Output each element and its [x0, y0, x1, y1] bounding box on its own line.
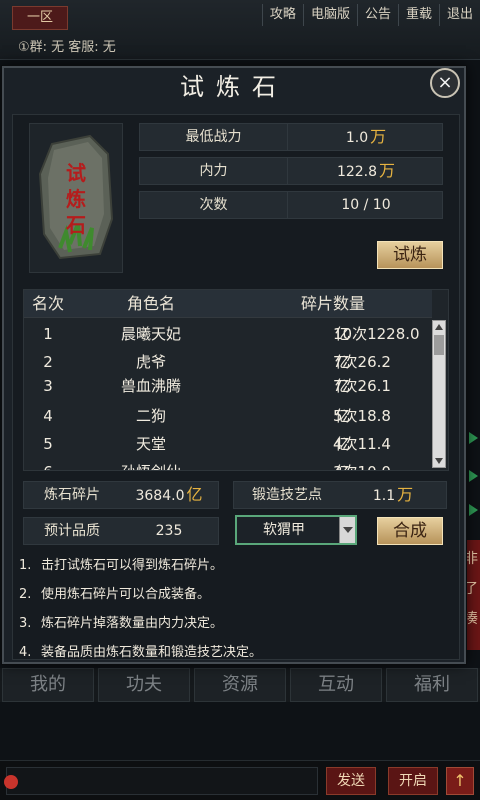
tab-resources[interactable]: 资源	[194, 668, 286, 702]
stone-icon: 试炼石	[38, 134, 114, 260]
quality-value: 235	[155, 523, 183, 539]
equipment-select[interactable]: 软猬甲	[235, 515, 357, 545]
stat-value: 1.0 万	[345, 127, 387, 146]
stat-label: 次数	[140, 192, 288, 218]
arrow-right-icon[interactable]	[469, 504, 478, 516]
fragments-label: 炼石碎片	[44, 487, 100, 503]
stat-inner-power: 内力 122.8 万	[139, 157, 443, 185]
stone-char-1: 试炼石	[65, 161, 86, 237]
dialog-body: 试炼石 最低战力 1.0 万 内力 122.8 万 次数 10 / 10 试炼 名次…	[12, 114, 460, 660]
scroll-thumb[interactable]	[434, 335, 444, 355]
link-reload[interactable]: 重载	[397, 4, 439, 26]
table-rows[interactable]: 1 晨曦天妃 10次1228.0 亿 2 虎爷 7次26.2 亿 3 兽血沸腾 7次…	[24, 320, 432, 470]
link-announcement[interactable]: 公告	[356, 4, 398, 26]
note-item: 4. 装备品质由炼石数量和锻造技艺决定。	[19, 645, 263, 660]
link-exit[interactable]: 退出	[438, 4, 480, 26]
scroll-up-icon[interactable]	[435, 324, 443, 330]
table-row: 5 天堂 4次11.4 亿	[43, 435, 391, 453]
table-row: 4 二狗 5次18.8 亿	[43, 407, 391, 425]
tab-mine[interactable]: 我的	[2, 668, 94, 702]
send-button[interactable]: 发送	[326, 767, 376, 795]
close-icon[interactable]: ×	[430, 68, 460, 98]
link-pc-version[interactable]: 电脑版	[302, 4, 357, 26]
arrow-right-icon[interactable]	[469, 432, 478, 444]
table-row: 1 晨曦天妃 10次1228.0 亿	[43, 325, 420, 343]
dialog-title: 试炼石	[180, 73, 288, 101]
note-item: 2. 使用炼石碎片可以合成装备。	[19, 587, 211, 602]
scroll-up-button[interactable]: ↑	[446, 767, 474, 795]
stat-value: 122.8 万	[336, 161, 396, 180]
tab-kungfu[interactable]: 功夫	[98, 668, 190, 702]
header-fragments: 碎片数量	[300, 294, 365, 313]
chat-bar: 发送 开启 ↑	[0, 760, 480, 800]
top-bar: 一区 攻略 电脑版 公告 重载 退出 ①群: 无 客服: 无	[0, 0, 480, 60]
scroll-down-icon[interactable]	[435, 458, 443, 464]
chevron-down-icon[interactable]	[339, 517, 355, 543]
instructions: 1. 击打试炼石可以得到炼石碎片。 2. 使用炼石碎片可以合成装备。 3. 炼石碎片掉…	[19, 551, 449, 667]
fragments-value: 3684.0 亿	[135, 485, 203, 504]
forging-value: 1.1 万	[372, 485, 414, 504]
compose-button[interactable]: 合成	[377, 517, 443, 545]
bottom-tabs: 我的 功夫 资源 互动 福利	[0, 668, 480, 702]
quality-label: 预计品质	[44, 523, 100, 539]
table-row: 3 兽血沸腾 7次26.1 亿	[43, 377, 391, 395]
table-scrollbar[interactable]	[432, 320, 446, 468]
open-button[interactable]: 开启	[388, 767, 438, 795]
chat-input[interactable]	[4, 767, 318, 795]
note-item: 1. 击打试炼石可以得到炼石碎片。	[19, 558, 224, 573]
link-guide[interactable]: 攻略	[261, 4, 303, 26]
tab-welfare[interactable]: 福利	[386, 668, 478, 702]
header-name: 角色名	[126, 294, 175, 313]
zone-tab[interactable]: 一区	[12, 6, 68, 30]
trial-stone-dialog: 试炼石 × 试炼石 最低战力 1.0 万 内力 122.8 万 次数 10 / 10…	[2, 66, 466, 664]
tab-interact[interactable]: 互动	[290, 668, 382, 702]
note-item: 3. 炼石碎片掉落数量由内力决定。	[19, 616, 224, 631]
stat-label: 内力	[140, 158, 288, 184]
forging-cell: 锻造技艺点 1.1 万	[233, 481, 447, 509]
stone-image: 试炼石	[29, 123, 123, 273]
group-info: ①群: 无 客服: 无	[18, 40, 116, 55]
stat-label: 最低战力	[140, 124, 288, 150]
equipment-selected: 软猬甲	[263, 522, 305, 538]
trial-button[interactable]: 试炼	[377, 241, 443, 269]
arrow-right-icon[interactable]	[469, 470, 478, 482]
stat-min-power: 最低战力 1.0 万	[139, 123, 443, 151]
table-row: 6 孙悟剑仙 3次10.0亿	[24, 458, 432, 470]
ranking-table: 名次 角色名 碎片数量 1 晨曦天妃 10次1228.0 亿 2 虎爷 7次26.…	[23, 289, 449, 471]
fragments-cell: 炼石碎片 3684.0 亿	[23, 481, 219, 509]
stat-value: 10 / 10	[341, 197, 391, 213]
table-header: 名次 角色名 碎片数量	[24, 290, 432, 318]
chat-channel-icon[interactable]	[4, 775, 18, 789]
top-links: 攻略 电脑版 公告 重载 退出	[261, 4, 480, 26]
quality-cell: 预计品质 235	[23, 517, 219, 545]
forging-label: 锻造技艺点	[252, 487, 322, 503]
stat-attempts: 次数 10 / 10	[139, 191, 443, 219]
header-rank: 名次	[31, 294, 64, 313]
